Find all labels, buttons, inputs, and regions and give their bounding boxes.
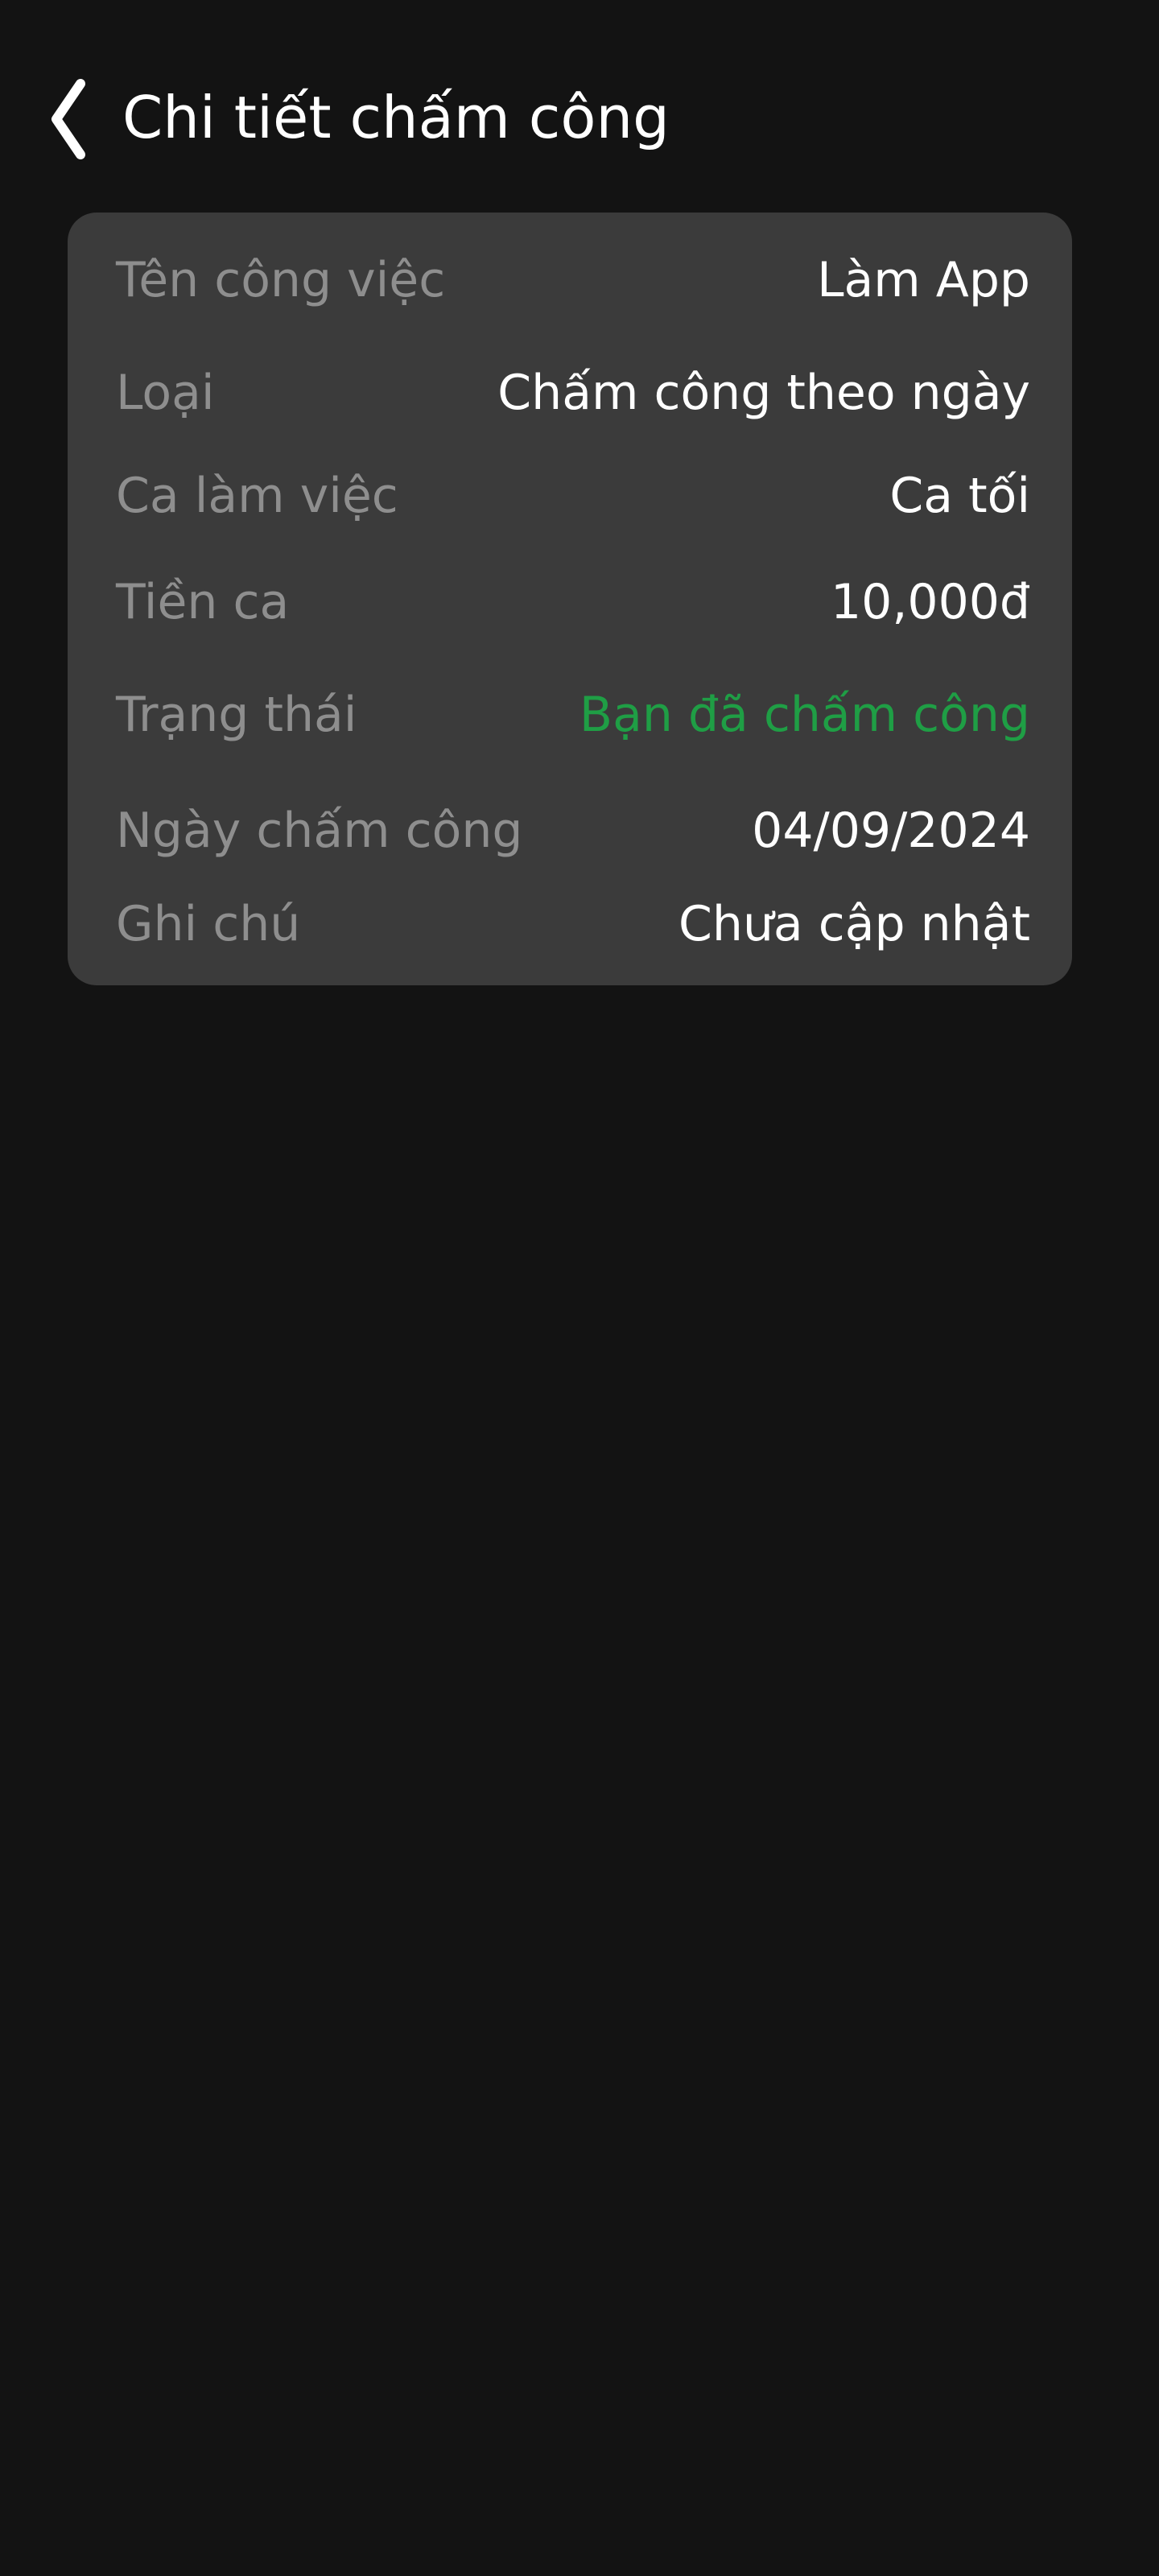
- note-value: Chưa cập nhật: [678, 896, 1030, 952]
- date-value: 04/09/2024: [752, 803, 1030, 859]
- job-name-value: Làm App: [817, 252, 1030, 308]
- detail-row-note: Ghi chú Chưa cập nhật: [116, 892, 1030, 956]
- detail-row-shift-pay: Tiền ca 10,000đ: [116, 570, 1030, 634]
- detail-row-type: Loại Chấm công theo ngày: [116, 361, 1030, 425]
- job-name-label: Tên công việc: [116, 252, 446, 308]
- detail-row-job-name: Tên công việc Làm App: [116, 248, 1030, 312]
- back-button[interactable]: [32, 71, 105, 167]
- status-label: Trạng thái: [116, 687, 357, 743]
- attendance-detail-card: Tên công việc Làm App Loại Chấm công the…: [68, 213, 1072, 985]
- detail-row-shift: Ca làm việc Ca tối: [116, 464, 1030, 528]
- shift-pay-value: 10,000đ: [830, 574, 1030, 630]
- shift-pay-label: Tiền ca: [116, 574, 290, 630]
- chevron-left-icon: [52, 79, 85, 159]
- shift-value: Ca tối: [889, 468, 1030, 524]
- status-value: Bạn đã chấm công: [579, 687, 1030, 743]
- note-label: Ghi chú: [116, 896, 301, 952]
- page-title: Chi tiết chấm công: [122, 84, 670, 151]
- type-label: Loại: [116, 365, 215, 421]
- detail-row-date: Ngày chấm công 04/09/2024: [116, 799, 1030, 863]
- date-label: Ngày chấm công: [116, 803, 523, 859]
- header-bar: Chi tiết chấm công: [0, 0, 1159, 233]
- detail-row-status: Trạng thái Bạn đã chấm công: [116, 683, 1030, 747]
- type-value: Chấm công theo ngày: [497, 365, 1030, 421]
- shift-label: Ca làm việc: [116, 468, 398, 524]
